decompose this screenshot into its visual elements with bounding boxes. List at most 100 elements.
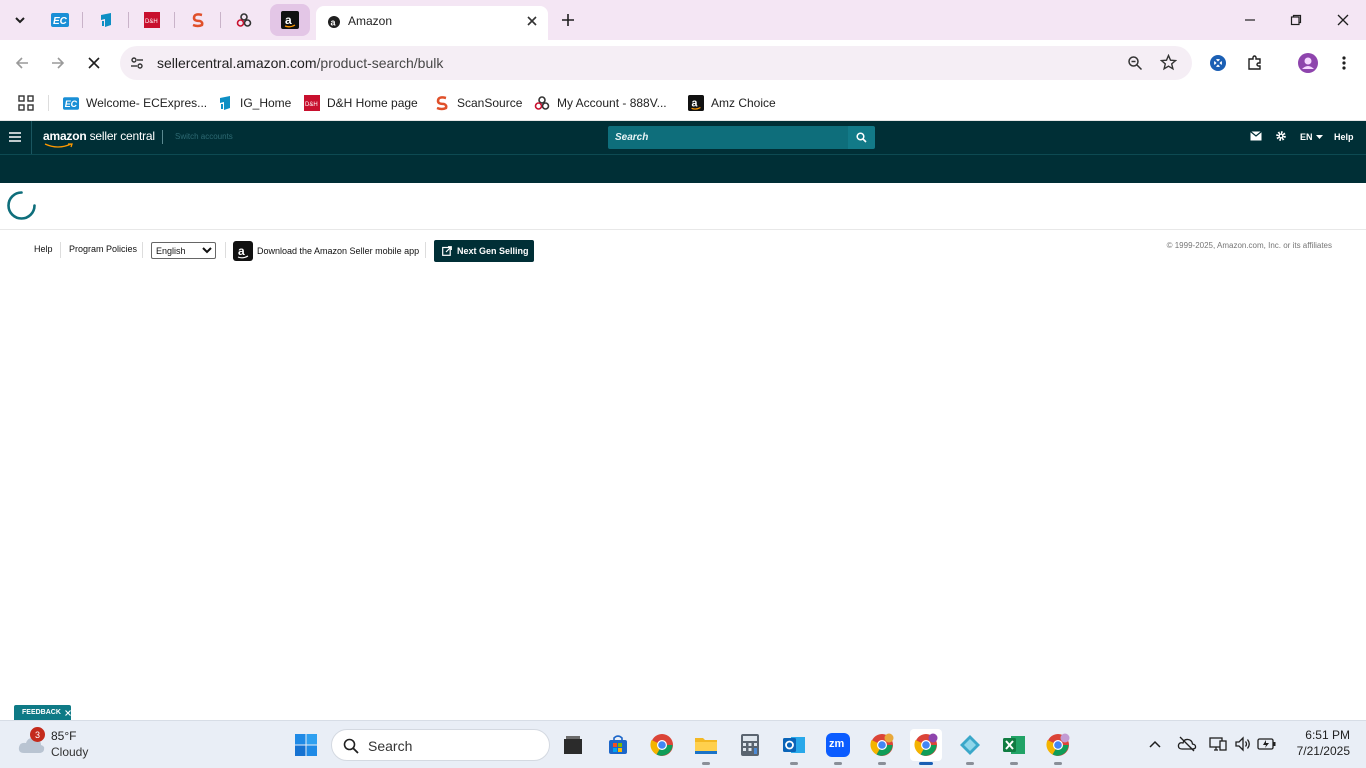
hamburger-menu-button[interactable] <box>8 131 22 143</box>
back-button[interactable] <box>9 50 35 76</box>
tab-separator <box>82 12 83 28</box>
weather-widget[interactable]: 3 85°F Cloudy <box>14 727 124 763</box>
tab-search-button[interactable] <box>6 6 34 34</box>
chrome-other-profile-app[interactable] <box>1042 729 1074 765</box>
ig-icon <box>220 96 230 110</box>
volume-control[interactable] <box>1232 733 1254 755</box>
zoom-app[interactable]: zm <box>822 729 854 765</box>
ig-icon <box>101 13 111 27</box>
amazon-app-icon: a <box>233 241 253 261</box>
footer-divider <box>0 229 1366 230</box>
file-explorer-app[interactable] <box>690 729 722 765</box>
close-icon[interactable] <box>526 15 538 27</box>
bookmark-label: ScanSource <box>457 96 523 110</box>
hamburger-icon <box>9 132 21 142</box>
star-icon[interactable] <box>1160 54 1177 71</box>
running-indicator <box>966 762 974 765</box>
logo-seller-central: seller central <box>89 129 155 143</box>
bookmark-dh-home[interactable]: D&H D&H Home page <box>304 92 418 114</box>
stop-loading-button[interactable] <box>81 50 107 76</box>
settings-button[interactable] <box>1275 130 1287 142</box>
help-link[interactable]: Help <box>1334 132 1354 142</box>
chrome-menu-button[interactable] <box>1331 50 1357 76</box>
pinned-tab-account[interactable] <box>232 8 256 32</box>
profile-button[interactable] <box>1295 50 1321 76</box>
language-selector[interactable]: EN <box>1300 132 1323 142</box>
onedrive-status[interactable] <box>1176 733 1198 755</box>
tab-amazon-active[interactable]: a Amazon <box>316 6 548 40</box>
weather-temp: 85°F <box>51 729 77 743</box>
new-tab-button[interactable] <box>554 6 582 34</box>
tab-separator <box>128 12 129 28</box>
clock[interactable]: 6:51 PM 7/21/2025 <box>1280 728 1350 758</box>
ec-icon: EC <box>63 96 79 110</box>
taskbar-search[interactable]: Search <box>331 729 550 761</box>
amazon-icon: a <box>688 95 704 111</box>
start-button[interactable] <box>290 729 322 761</box>
pinned-tab-amazon[interactable]: a <box>270 4 310 36</box>
search-icon <box>343 738 359 754</box>
chrome-active-app[interactable] <box>910 729 942 765</box>
calculator-icon <box>741 734 759 756</box>
bookmark-my-account[interactable]: My Account - 888V... <box>534 92 667 114</box>
download-app-link[interactable]: a Download the Amazon Seller mobile app <box>233 241 419 261</box>
running-indicator <box>790 762 798 765</box>
dh-icon: D&H <box>144 12 160 28</box>
pinned-tab-scansource[interactable] <box>186 8 210 32</box>
messages-button[interactable] <box>1250 131 1262 141</box>
show-hidden-icons-button[interactable] <box>1144 733 1166 755</box>
extension-app-icon <box>1210 55 1226 71</box>
pinned-tab-ig[interactable] <box>94 8 118 32</box>
vpn-app[interactable] <box>954 729 986 765</box>
footer-help-link[interactable]: Help <box>34 244 53 254</box>
bookmark-ig-home[interactable]: IG_Home <box>217 92 291 114</box>
battery-status[interactable] <box>1256 733 1278 755</box>
taskbar-search-label: Search <box>368 738 413 754</box>
feedback-tab[interactable]: FEEDBACK <box>14 705 71 720</box>
site-info-icon[interactable] <box>129 55 145 71</box>
task-view-button[interactable] <box>557 729 589 761</box>
excel-app[interactable] <box>998 729 1030 765</box>
next-gen-selling-button[interactable]: Next Gen Selling <box>434 240 534 262</box>
bookmark-amz-choice[interactable]: a Amz Choice <box>688 92 776 114</box>
bookmarks-divider <box>48 95 49 111</box>
chrome-icon <box>650 734 673 756</box>
apps-grid-icon <box>18 95 34 111</box>
scansource-icon <box>192 13 204 28</box>
zoom-icon[interactable] <box>1127 55 1143 71</box>
footer-language-select[interactable]: English <box>151 242 216 259</box>
forward-button[interactable] <box>45 50 71 76</box>
close-icon[interactable] <box>64 709 71 716</box>
network-status[interactable] <box>1207 733 1229 755</box>
store-app[interactable] <box>602 729 634 761</box>
weather-alert-badge: 3 <box>30 727 45 742</box>
switch-accounts-link[interactable]: Switch accounts <box>175 132 233 141</box>
search-button[interactable] <box>848 126 875 149</box>
calculator-app[interactable] <box>734 729 766 761</box>
url-host: sellercentral.amazon.com <box>157 55 317 71</box>
outlook-app[interactable] <box>778 729 810 765</box>
bookmark-ecexpress[interactable]: EC Welcome- ECExpres... <box>63 92 207 114</box>
chrome-app[interactable] <box>646 729 678 761</box>
close-window-button[interactable] <box>1331 8 1355 32</box>
apps-button[interactable] <box>18 92 34 114</box>
bookmark-scansource[interactable]: ScanSource <box>434 92 522 114</box>
pinned-tab-dh[interactable]: D&H <box>140 8 164 32</box>
search-input[interactable] <box>608 126 849 149</box>
extension-button[interactable] <box>1205 50 1231 76</box>
pinned-tab-ec[interactable]: EC <box>48 8 72 32</box>
restore-button[interactable] <box>1284 8 1308 32</box>
chrome-icon <box>870 733 894 756</box>
plus-icon <box>562 14 574 26</box>
minimize-button[interactable] <box>1238 8 1262 32</box>
search-icon <box>856 132 867 143</box>
clock-time: 6:51 PM <box>1305 728 1350 742</box>
running-indicator <box>834 762 842 765</box>
chrome-profile-app[interactable] <box>866 729 898 765</box>
footer-program-policies-link[interactable]: Program Policies <box>69 244 137 254</box>
footer-separator <box>142 242 143 258</box>
seller-central-logo[interactable]: amazon seller central <box>43 129 155 143</box>
url-text[interactable]: sellercentral.amazon.com/product-search/… <box>157 55 443 71</box>
extensions-button[interactable] <box>1242 50 1268 76</box>
address-bar[interactable]: sellercentral.amazon.com/product-search/… <box>120 46 1192 80</box>
